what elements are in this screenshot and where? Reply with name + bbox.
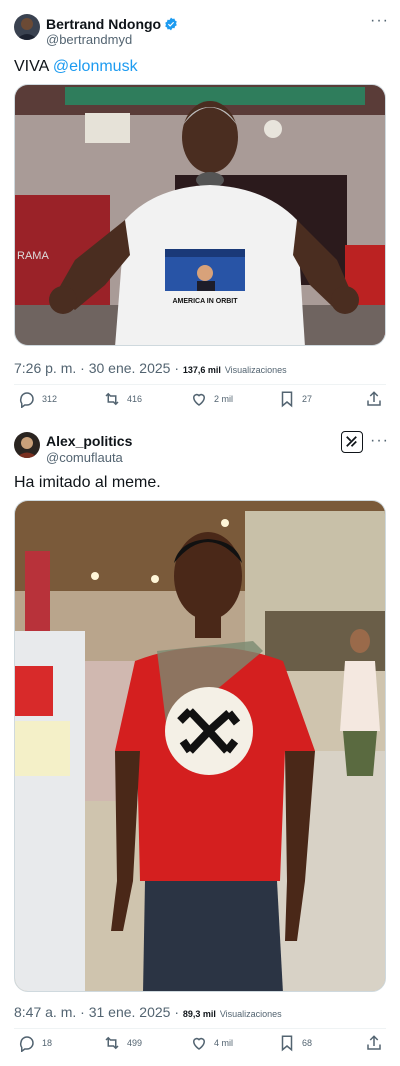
photo-man-thumbs-up: RAMA AMERICA IN ORBIT bbox=[15, 85, 385, 345]
views-label: Visualizaciones bbox=[224, 365, 287, 375]
reply-button[interactable]: 312 bbox=[18, 390, 57, 408]
post-text: Ha imitado al meme. bbox=[14, 474, 161, 491]
avatar-image bbox=[14, 432, 40, 458]
share-icon bbox=[367, 1035, 381, 1050]
bookmark-button[interactable]: 68 bbox=[278, 1034, 312, 1052]
post-meta: 8:47 a. m. · 31 ene. 2025 · 89,3 mil Vis… bbox=[14, 1004, 282, 1020]
repost-icon bbox=[105, 392, 119, 406]
divider bbox=[14, 1028, 386, 1029]
grok-button[interactable] bbox=[341, 431, 363, 453]
author-handle[interactable]: @comuflauta bbox=[46, 450, 123, 465]
post-text: VIVA @elonmusk bbox=[14, 58, 138, 75]
share-button[interactable] bbox=[365, 390, 383, 408]
avatar-image bbox=[14, 14, 40, 40]
views-count: 89,3 mil bbox=[182, 1009, 216, 1019]
avatar[interactable] bbox=[14, 432, 40, 458]
more-options-icon[interactable]: ··· bbox=[370, 12, 389, 30]
bookmark-icon bbox=[281, 391, 293, 408]
reply-icon bbox=[19, 1036, 34, 1052]
post-image[interactable] bbox=[14, 500, 386, 992]
timestamp[interactable]: 8:47 a. m. · 31 ene. 2025 · bbox=[14, 1004, 183, 1020]
post-2: Alex_politics @comuflauta ··· Ha imitado… bbox=[0, 420, 400, 1066]
timestamp[interactable]: 7:26 p. m. · 30 ene. 2025 · bbox=[14, 360, 183, 376]
post-meta: 7:26 p. m. · 30 ene. 2025 · 137,6 mil Vi… bbox=[14, 360, 287, 376]
post-image[interactable]: RAMA AMERICA IN ORBIT bbox=[14, 84, 386, 346]
repost-button[interactable]: 416 bbox=[103, 390, 142, 408]
heart-icon bbox=[192, 393, 206, 406]
share-button[interactable] bbox=[365, 1034, 383, 1052]
bookmark-icon bbox=[281, 1035, 293, 1052]
mention-link[interactable]: @elonmusk bbox=[53, 58, 138, 75]
post-1: Bertrand Ndongo @bertrandmyd ··· VIVA @e… bbox=[0, 0, 400, 420]
views-count: 137,6 mil bbox=[182, 365, 221, 375]
divider bbox=[14, 384, 386, 385]
photo-man-red-shirt bbox=[15, 501, 385, 991]
reply-icon bbox=[19, 392, 34, 408]
bookmark-button[interactable]: 27 bbox=[278, 390, 312, 408]
repost-icon bbox=[105, 1036, 119, 1050]
reply-button[interactable]: 18 bbox=[18, 1034, 52, 1052]
grok-icon bbox=[346, 436, 357, 447]
tv-text: RAMA bbox=[17, 250, 49, 262]
avatar[interactable] bbox=[14, 14, 40, 40]
like-button[interactable]: 4 mil bbox=[190, 1034, 233, 1052]
author-handle[interactable]: @bertrandmyd bbox=[46, 32, 132, 47]
shirt-text: AMERICA IN ORBIT bbox=[172, 298, 238, 305]
more-options-icon[interactable]: ··· bbox=[370, 432, 389, 450]
share-icon bbox=[367, 391, 381, 406]
repost-button[interactable]: 499 bbox=[103, 1034, 142, 1052]
author-name[interactable]: Bertrand Ndongo bbox=[46, 16, 178, 32]
verified-badge-icon bbox=[165, 17, 177, 31]
like-button[interactable]: 2 mil bbox=[190, 390, 233, 408]
author-name[interactable]: Alex_politics bbox=[46, 433, 132, 449]
heart-icon bbox=[192, 1037, 206, 1050]
views-label: Visualizaciones bbox=[219, 1009, 282, 1019]
